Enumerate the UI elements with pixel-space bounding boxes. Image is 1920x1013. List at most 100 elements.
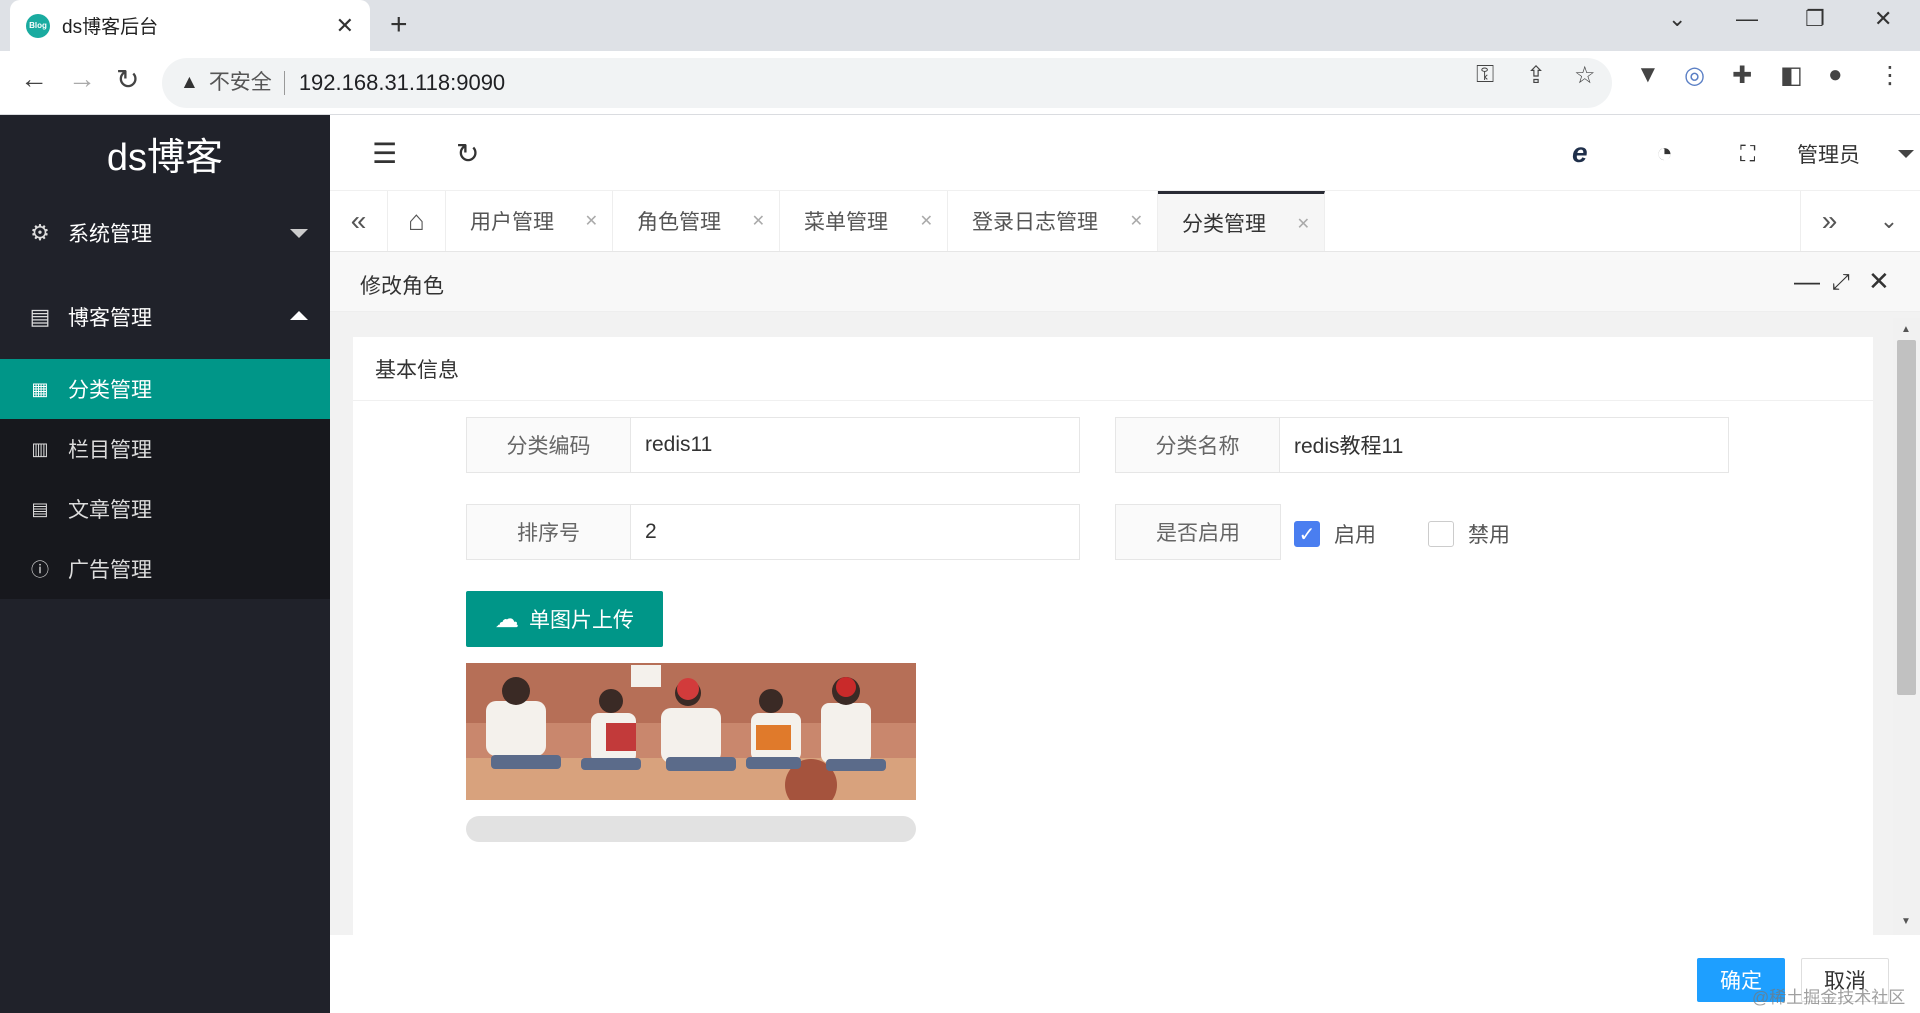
dialog-title: 修改角色 — [360, 275, 444, 298]
screen: Blog ds博客后台 ✕ + ⌄ — ❐ ✕ ← → ↻ ▲ 不安全 192.… — [0, 0, 1920, 1013]
reload-icon[interactable]: ↻ — [116, 63, 139, 96]
tab-label: 角色管理 — [637, 211, 721, 234]
chevron-down-icon — [290, 229, 308, 238]
forward-icon[interactable]: → — [68, 63, 96, 95]
new-tab-icon[interactable]: + — [390, 8, 408, 42]
window-close-icon[interactable]: ✕ — [1874, 6, 1892, 32]
sort-field: 排序号 2 — [466, 504, 1080, 560]
upload-image-button[interactable]: ☁ 单图片上传 — [466, 591, 663, 647]
sort-input[interactable]: 2 — [631, 505, 1079, 559]
close-icon[interactable]: ✕ — [585, 211, 598, 231]
sidebar-item-label: 分类管理 — [68, 379, 152, 402]
extensions-puzzle-icon[interactable]: ✚ — [1732, 61, 1752, 90]
sidebar-submenu: ▦ 分类管理 ▥ 栏目管理 ▤ 文章管理 ⓘ 广告管理 — [0, 359, 330, 599]
disable-checkbox[interactable]: 禁用 — [1428, 519, 1510, 549]
user-menu[interactable]: 管理员 — [1797, 139, 1860, 169]
scroll-up-arrow-icon[interactable]: ▲ — [1901, 324, 1911, 335]
profile-avatar-icon[interactable]: ● — [1828, 61, 1843, 89]
close-icon[interactable]: ✕ — [920, 211, 933, 231]
tab-category[interactable]: 分类管理 ✕ — [1158, 191, 1325, 251]
tab-label: 分类管理 — [1182, 212, 1266, 236]
field-label: 排序号 — [467, 505, 631, 559]
browser-tab[interactable]: Blog ds博客后台 ✕ — [10, 0, 370, 51]
sidebar-item-ad[interactable]: ⓘ 广告管理 — [0, 539, 330, 599]
close-icon[interactable]: ✕ — [1297, 214, 1310, 234]
close-dialog-icon[interactable]: ✕ — [1868, 266, 1890, 297]
browser-tabstrip: Blog ds博客后台 ✕ + ⌄ — ❐ ✕ — [0, 0, 1920, 51]
refresh-icon[interactable]: ↻ — [456, 137, 479, 170]
extension-v-icon[interactable]: ▼ — [1636, 61, 1660, 89]
enable-checkbox[interactable]: ✓ 启用 — [1294, 519, 1376, 549]
sidebar-item-article[interactable]: ▤ 文章管理 — [0, 479, 330, 539]
chevron-down-icon[interactable] — [1898, 150, 1914, 158]
extension-ring-icon[interactable]: ◎ — [1684, 61, 1705, 90]
document-icon: ▤ — [31, 498, 49, 519]
side-panel-icon[interactable]: ◧ — [1780, 61, 1803, 90]
calendar-icon: ▤ — [29, 304, 51, 329]
category-name-field: 分类名称 redis教程11 — [1115, 417, 1729, 473]
scroll-thumb[interactable] — [1897, 340, 1916, 695]
security-label[interactable]: 不安全 — [209, 71, 285, 95]
tab-search-icon[interactable]: ⌄ — [1668, 6, 1686, 32]
back-icon[interactable]: ← — [20, 63, 48, 95]
maximize-dialog-icon[interactable]: ⤢ — [1832, 269, 1850, 295]
tab-role[interactable]: 角色管理 ✕ — [613, 191, 780, 251]
sidebar-item-category[interactable]: ▦ 分类管理 — [0, 359, 330, 419]
share-icon[interactable]: ⇪ — [1526, 61, 1546, 90]
tab-user[interactable]: 用户管理 ✕ — [446, 191, 613, 251]
preview-illustration — [466, 663, 916, 800]
cloud-upload-icon: ☁ — [495, 605, 519, 633]
sidebar-item-label: 广告管理 — [68, 559, 152, 582]
scroll-tabs-left-icon[interactable]: « — [330, 191, 388, 251]
collapse-menu-icon[interactable]: ☰ — [372, 137, 397, 170]
minimize-dialog-icon[interactable]: — — [1794, 266, 1820, 297]
dialog-scrollbar[interactable]: ▲ ▼ — [1893, 318, 1920, 935]
sidebar: ds博客 ⚙ 系统管理 ▤ 博客管理 ▦ 分类管理 ▥ 栏目管理 ▤ 文章管理 — [0, 115, 330, 1013]
field-label: 分类编码 — [467, 418, 631, 472]
browser-tab-title: ds博客后台 — [62, 17, 159, 38]
restore-icon[interactable]: ❐ — [1805, 6, 1825, 32]
blog-favicon-icon: Blog — [26, 13, 50, 38]
home-icon[interactable]: ⌂ — [388, 191, 446, 251]
address-bar[interactable]: ▲ 不安全 192.168.31.118:9090 — [162, 58, 1612, 108]
tab-menu[interactable]: 菜单管理 ✕ — [780, 191, 948, 251]
brand-logo: ds博客 — [106, 136, 224, 179]
sidebar-group-label: 系统管理 — [68, 223, 152, 246]
columns-icon: ▥ — [31, 438, 49, 459]
tab-label: 登录日志管理 — [972, 211, 1098, 234]
checkbox-empty-icon — [1428, 521, 1454, 547]
browser-e-icon[interactable]: e — [1572, 137, 1588, 169]
close-icon[interactable]: ✕ — [752, 211, 765, 231]
upload-progress-bar — [466, 816, 916, 842]
page-tabs-bar: « ⌂ 用户管理 ✕ 角色管理 ✕ 菜单管理 ✕ 登录日志管理 ✕ 分类管理 ✕… — [330, 191, 1920, 252]
url-text[interactable]: 192.168.31.118:9090 — [299, 70, 505, 96]
checkbox-label: 禁用 — [1468, 524, 1510, 547]
tab-label: 菜单管理 — [804, 211, 888, 234]
sidebar-item-column[interactable]: ▥ 栏目管理 — [0, 419, 330, 479]
enabled-field-label: 是否启用 — [1115, 504, 1281, 560]
browser-menu-icon[interactable]: ⋮ — [1878, 61, 1902, 90]
close-tab-icon[interactable]: ✕ — [336, 13, 354, 39]
category-code-input[interactable]: redis11 — [631, 418, 1079, 472]
close-icon[interactable]: ✕ — [1130, 211, 1143, 231]
bookmark-star-icon[interactable]: ☆ — [1574, 61, 1596, 90]
fullscreen-icon[interactable]: ⛶ — [1740, 141, 1755, 167]
sidebar-group-blog[interactable]: ▤ 博客管理 — [0, 275, 330, 359]
tabs-dropdown-icon[interactable]: ⌄ — [1860, 191, 1918, 251]
tab-login-log[interactable]: 登录日志管理 ✕ — [948, 191, 1158, 251]
theme-palette-icon[interactable]: ◔ — [1656, 137, 1673, 169]
key-icon[interactable]: ⚿ — [1476, 61, 1494, 89]
chevron-up-icon — [290, 311, 308, 320]
scroll-tabs-right-icon[interactable]: » — [1800, 191, 1858, 251]
minimize-icon[interactable]: — — [1736, 6, 1758, 32]
checkbox-checked-icon: ✓ — [1294, 521, 1320, 547]
info-icon: ⓘ — [31, 560, 49, 580]
sidebar-item-label: 栏目管理 — [68, 439, 152, 462]
tab-label: 用户管理 — [470, 211, 554, 234]
category-name-input[interactable]: redis教程11 — [1280, 418, 1728, 472]
section-title: 基本信息 — [353, 337, 1873, 401]
dialog-footer — [330, 935, 1920, 1013]
sidebar-group-system[interactable]: ⚙ 系统管理 — [0, 191, 330, 275]
field-label: 分类名称 — [1116, 418, 1280, 472]
scroll-down-arrow-icon[interactable]: ▼ — [1901, 916, 1911, 927]
